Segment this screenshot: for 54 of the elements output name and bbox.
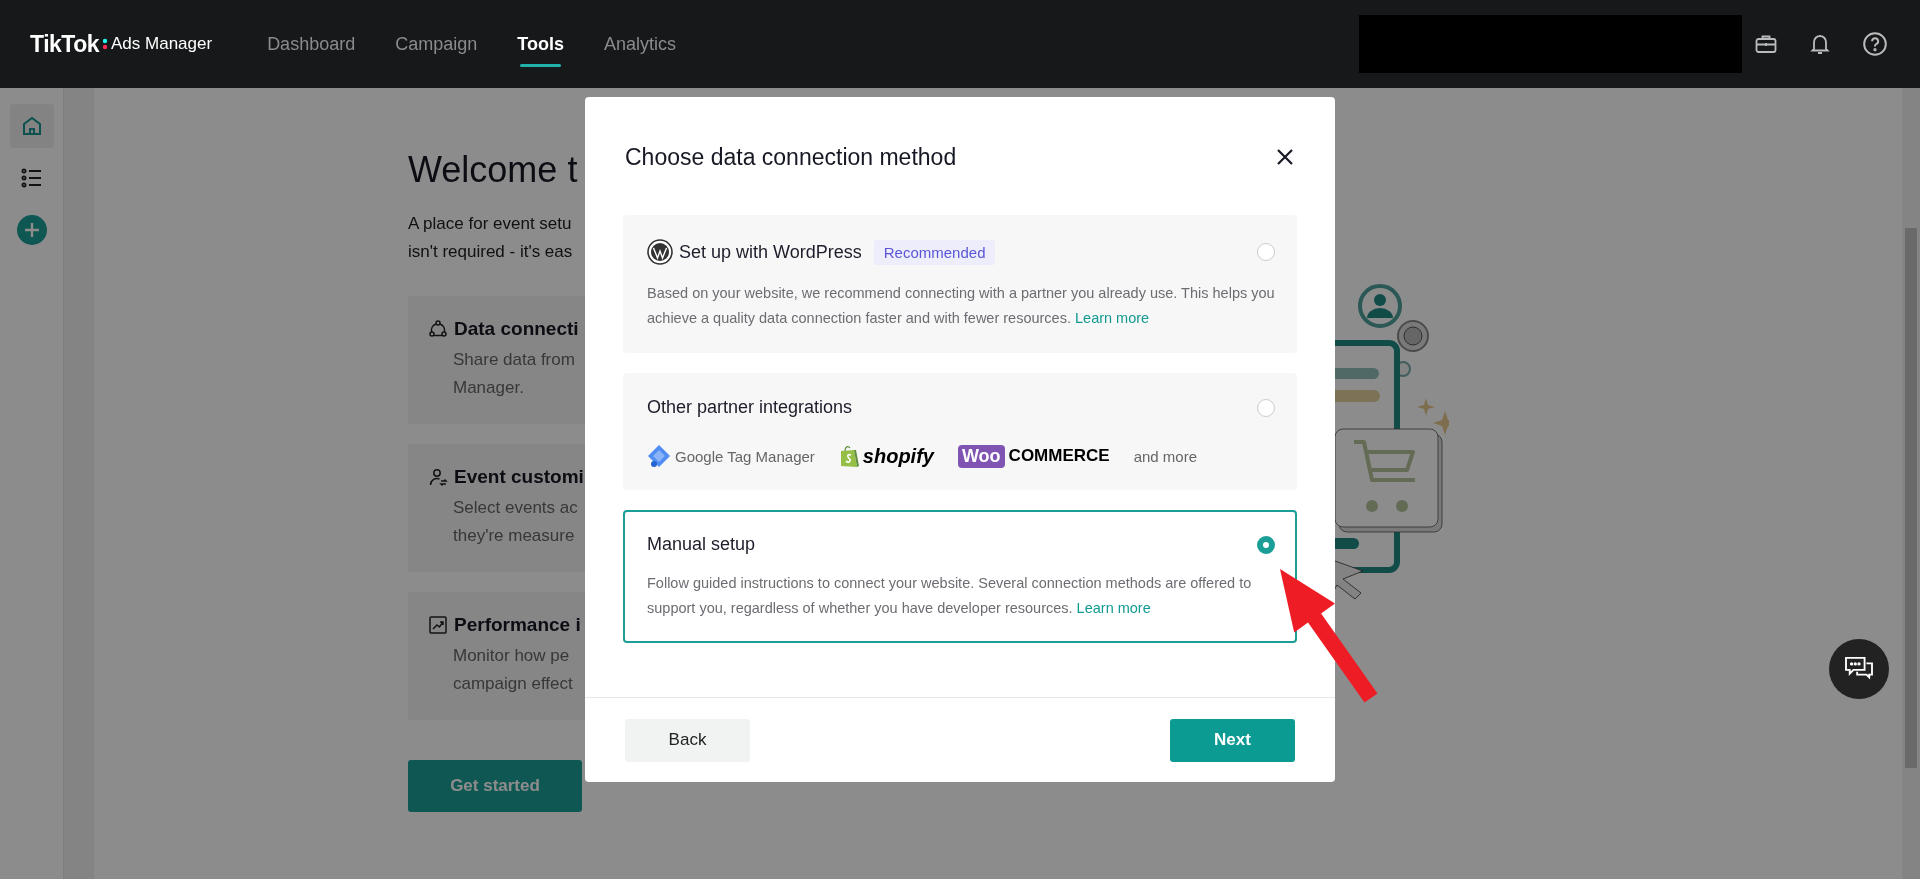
nav-tab[interactable]: Analytics bbox=[603, 11, 676, 77]
logo-dots-icon bbox=[102, 38, 108, 50]
option-title: Set up with WordPress bbox=[679, 241, 862, 263]
nav-tab[interactable]: Dashboard bbox=[267, 11, 356, 77]
dialog-title: Choose data connection method bbox=[625, 143, 958, 171]
page-title: Welcome t bbox=[408, 150, 579, 190]
recommended-badge: Recommended bbox=[873, 239, 996, 265]
learn-more-link[interactable]: Learn more bbox=[1075, 310, 1150, 326]
intro-text: isn't required - it's eas bbox=[408, 241, 573, 263]
feature-title: Event customi bbox=[454, 466, 584, 488]
back-button[interactable]: Back bbox=[625, 718, 750, 762]
partner-name: shopify bbox=[862, 444, 934, 468]
diamond-logo-icon bbox=[647, 444, 671, 468]
next-button[interactable]: Next bbox=[1170, 718, 1295, 762]
feature-title: Data connecti bbox=[454, 318, 579, 340]
more-text: and more bbox=[1133, 447, 1198, 465]
list-icon bbox=[19, 166, 44, 190]
nav-tab[interactable]: Tools bbox=[517, 11, 564, 77]
feature-text: they're measure bbox=[452, 525, 575, 547]
radio-button[interactable] bbox=[1257, 243, 1275, 261]
option-description: Based on your website, we recommend connecting with a partner you already use. This helps you achieve a quality data connection faster and with fewer resources. Learn more bbox=[647, 284, 1275, 328]
user-swap-icon bbox=[428, 467, 448, 487]
feature-text: Share data from bbox=[452, 349, 575, 371]
wordpress-logo-icon bbox=[647, 239, 673, 265]
partner-name: Google Tag Manager bbox=[675, 447, 815, 465]
learn-more-link[interactable]: Learn more bbox=[1076, 600, 1151, 616]
partner-name: COMMERCE bbox=[1008, 446, 1110, 466]
option-title: Manual setup bbox=[647, 534, 756, 555]
option-card[interactable]: Other partner integrations Google Tag Manager shopify Woo COMMERCE and more bbox=[623, 373, 1297, 490]
chat-icon bbox=[1844, 656, 1874, 682]
partner-logo: Woo bbox=[957, 444, 1005, 468]
scrollbar[interactable] bbox=[1902, 88, 1920, 879]
feature-text: Monitor how pe bbox=[452, 645, 570, 667]
trend-chart-icon bbox=[428, 615, 448, 635]
nav-tab[interactable]: Campaign bbox=[395, 11, 478, 77]
feature-text: Select events ac bbox=[452, 497, 578, 519]
radio-button[interactable] bbox=[1257, 535, 1275, 554]
help-icon[interactable] bbox=[1862, 31, 1888, 57]
option-title: Other partner integrations bbox=[647, 397, 853, 418]
feature-text: campaign effect bbox=[452, 673, 573, 695]
radio-button[interactable] bbox=[1257, 398, 1275, 417]
sidebar-item[interactable] bbox=[9, 104, 54, 148]
logo-product[interactable]: Ads Manager bbox=[111, 34, 213, 54]
intro-text: A place for event setu bbox=[408, 213, 572, 235]
logo-brand[interactable]: TikTok bbox=[30, 30, 99, 58]
close-icon[interactable] bbox=[1275, 147, 1295, 167]
option-card[interactable]: Manual setup Follow guided instructions to connect your website. Several connection methods are offered to support you, regardless of whether you have developer resources. Learn more bbox=[623, 510, 1297, 643]
bell-icon[interactable] bbox=[1808, 32, 1832, 56]
shopping-bag-icon bbox=[838, 444, 859, 468]
connection-icon bbox=[428, 319, 448, 339]
plus-icon bbox=[15, 214, 48, 246]
feature-text: Manager. bbox=[452, 377, 524, 399]
option-card[interactable] bbox=[623, 215, 1297, 353]
feature-title: Performance i bbox=[454, 614, 581, 636]
